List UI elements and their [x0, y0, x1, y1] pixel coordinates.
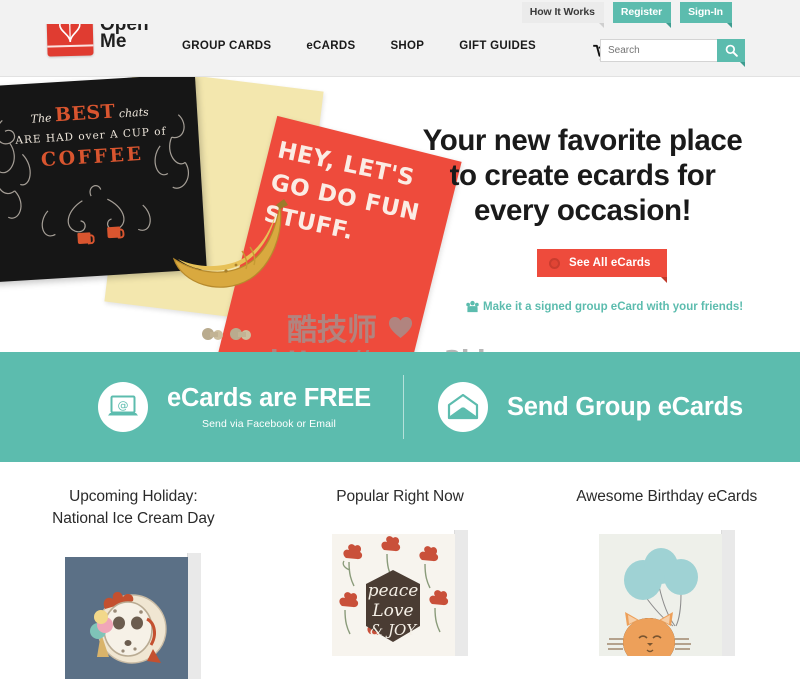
nav-item-shop[interactable]: SHOP: [390, 40, 424, 52]
banner-title-ecards-free: eCards are FREE: [167, 384, 371, 413]
nav-item-group-cards[interactable]: GROUP CARDS: [182, 40, 271, 52]
fold-corner-icon: [727, 22, 732, 28]
how-it-works-label: How It Works: [529, 6, 595, 18]
coffee-line1-post: chats: [114, 105, 150, 121]
svg-text:Love: Love: [371, 601, 413, 621]
site-header: Open Me GROUP CARDS eCARDS SHOP GIFT GUI…: [0, 9, 800, 77]
fold-corner-icon: [740, 62, 745, 67]
peace-love-joy-floral-illustration-icon: peace Love & JOY: [339, 536, 449, 643]
nav-item-gift-guides[interactable]: GIFT GUIDES: [459, 40, 536, 52]
sign-in-button[interactable]: Sign-In: [680, 2, 732, 28]
search-form: [600, 39, 745, 67]
envelope-glyph-icon: [447, 394, 479, 420]
card-face: [598, 534, 722, 657]
feature-banner: @ eCards are FREE Send via Facebook or E…: [0, 352, 800, 462]
card-thumbnail-ice-cream[interactable]: [65, 547, 202, 679]
search-submit-button[interactable]: [717, 39, 745, 67]
coffee-mug-icon: [77, 232, 91, 245]
register-button[interactable]: Register: [612, 2, 672, 28]
logo-line-2: Me: [100, 31, 127, 52]
laptop-at-icon: @: [98, 382, 148, 432]
bullet-circle-icon: [549, 257, 560, 269]
fold-corner-icon: [660, 277, 667, 283]
card-spine: [454, 530, 468, 657]
card-spine: [187, 552, 202, 679]
group-ecard-link[interactable]: Make it a signed group eCard with your f…: [466, 300, 743, 313]
svg-text:@: @: [118, 399, 129, 412]
section-title-upcoming-holiday: Upcoming Holiday: National Ice Cream Day: [0, 486, 267, 531]
hero-title-line-2: to create ecards for: [449, 158, 716, 192]
card-face: [65, 556, 189, 679]
fold-corner-icon: [598, 22, 604, 28]
search-icon: [725, 44, 738, 57]
group-ecard-link-label: Make it a signed group eCard with your f…: [483, 300, 744, 313]
svg-text:peace: peace: [368, 581, 419, 601]
featured-sections: Upcoming Holiday: National Ice Cream Day: [0, 462, 800, 679]
section-upcoming-holiday: Upcoming Holiday: National Ice Cream Day: [0, 462, 267, 679]
nuts-illustration-icon: [202, 328, 251, 340]
how-it-works-tab[interactable]: How It Works: [521, 2, 604, 28]
card-thumbnail-cat-balloons[interactable]: [598, 524, 735, 657]
card-spine: [720, 530, 735, 657]
cat-balloons-illustration-icon: [606, 548, 698, 657]
section-title-awesome-birthday: Awesome Birthday eCards: [533, 486, 800, 508]
hero-card-collage: The BEST chats ARE HAD over A CUP of COF…: [0, 77, 470, 352]
hero-copy: Your new favorite place to create ecards…: [410, 77, 800, 352]
banner-subtitle-ecards-free: Send via Facebook or Email: [202, 417, 336, 430]
section-title-line-1: Awesome Birthday eCards: [576, 488, 758, 505]
coffee-mug-icon: [107, 226, 121, 239]
hero-title: Your new favorite place to create ecards…: [410, 124, 755, 228]
coffee-line1-pre: The: [30, 111, 56, 126]
hero-title-line-3: every occasion!: [473, 193, 691, 227]
hero-section: The BEST chats ARE HAD over A CUP of COF…: [0, 77, 800, 352]
card-thumbnail-peace-love-joy[interactable]: peace Love & JOY: [332, 524, 468, 657]
card-face: peace Love & JOY: [332, 534, 455, 657]
nav-item-ecards[interactable]: eCARDS: [306, 40, 355, 52]
main-navigation: GROUP CARDS eCARDS SHOP GIFT GUIDES: [182, 40, 536, 52]
group-people-icon: [466, 300, 479, 313]
register-label: Register: [620, 6, 663, 18]
coffee-line1-strong: BEST: [54, 100, 116, 127]
banner-block-group-ecards[interactable]: Send Group eCards: [437, 382, 743, 432]
section-popular-right-now: Popular Right Now peace Love & JOY: [267, 462, 534, 677]
coffee-card-text: The BEST chats ARE HAD over A CUP of COF…: [0, 96, 200, 177]
utility-tabs: How It Works Register Sign-In: [521, 2, 732, 28]
svg-text:& JOY: & JOY: [370, 621, 418, 639]
banner-divider: [402, 375, 404, 439]
top-utility-bar: How It Works Register Sign-In: [0, 0, 800, 28]
hero-title-line-1: Your new favorite place: [422, 124, 743, 157]
open-envelope-icon: [437, 382, 488, 432]
section-awesome-birthday: Awesome Birthday eCards: [533, 462, 800, 677]
see-all-ecards-button[interactable]: See All eCards: [537, 249, 667, 283]
section-title-line-1: Upcoming Holiday:: [69, 488, 198, 505]
banana-illustration-icon: [172, 199, 288, 288]
fold-corner-icon: [666, 22, 672, 28]
see-all-ecards-label: See All eCards: [569, 257, 651, 269]
section-title-line-1: Popular Right Now: [336, 488, 464, 505]
banner-block-ecards-free[interactable]: @ eCards are FREE Send via Facebook or E…: [98, 382, 371, 432]
section-title-line-2: National Ice Cream Day: [52, 510, 215, 528]
sign-in-label: Sign-In: [688, 6, 723, 18]
banner-title-group-ecards: Send Group eCards: [506, 392, 743, 421]
hockey-mask-ice-cream-illustration-icon: [90, 591, 168, 664]
search-input[interactable]: [600, 39, 717, 62]
laptop-glyph-icon: @: [108, 395, 138, 416]
section-title-popular-right-now: Popular Right Now: [267, 486, 534, 508]
